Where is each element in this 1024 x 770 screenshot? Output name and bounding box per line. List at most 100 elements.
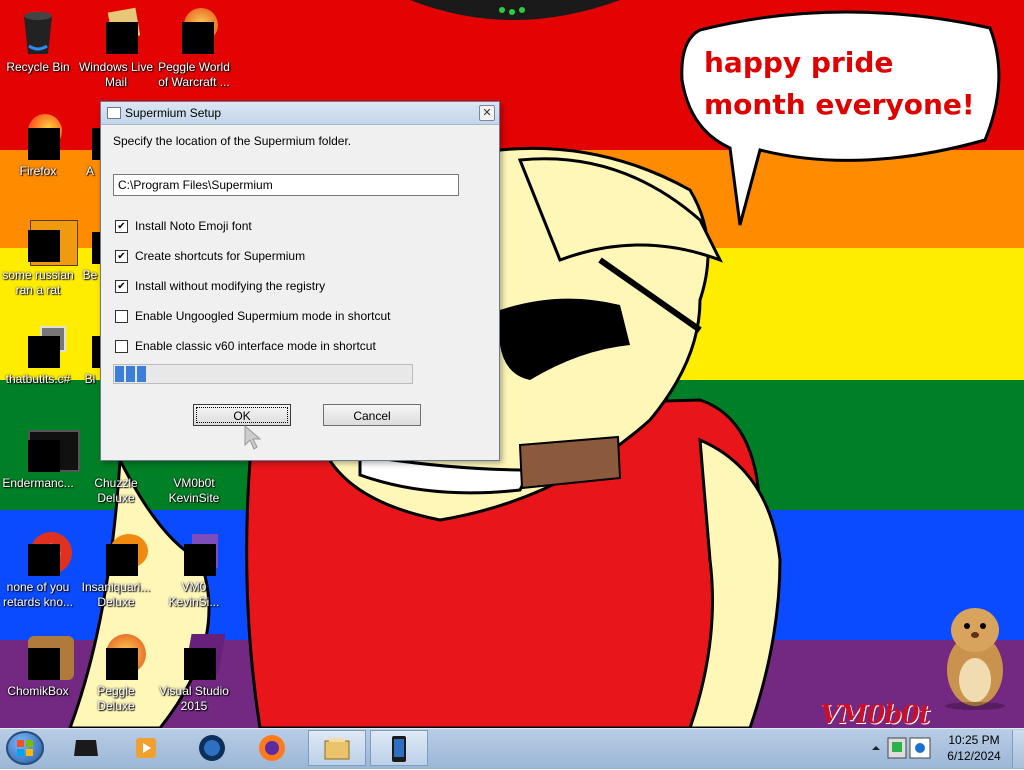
speech-bubble-text: happy pride month everyone! xyxy=(704,46,975,121)
app-icon xyxy=(78,216,102,264)
taskbar-item-media-player[interactable] xyxy=(118,730,176,766)
desktop-icon-label: Peggle Deluxe xyxy=(97,684,135,713)
taskbar-item-media-center[interactable] xyxy=(58,730,116,766)
desktop-icon-app-bi[interactable]: Bi xyxy=(78,314,102,410)
checkbox[interactable] xyxy=(115,309,128,323)
clock-date: 6/12/2024 xyxy=(947,749,1001,763)
game-icon xyxy=(14,216,78,266)
checkbox[interactable]: ✔ xyxy=(115,249,128,263)
media-player-icon xyxy=(132,734,160,762)
firefox-icon xyxy=(258,734,286,762)
system-tray xyxy=(866,730,940,766)
checkbox[interactable]: ✔ xyxy=(115,279,128,293)
firefox-icon xyxy=(14,112,62,160)
site-icon xyxy=(170,528,218,576)
progress-segment xyxy=(137,366,146,382)
desktop-icon-label: Visual Studio 2015 xyxy=(159,684,229,713)
option-label: Create shortcuts for Supermium xyxy=(135,249,306,263)
desktop-icon-peggle-wow[interactable]: Peggle World of Warcraft ... xyxy=(156,2,232,98)
window-app-icon xyxy=(107,107,121,119)
desktop-icon-label: ChomikBox xyxy=(7,684,69,698)
option-create-shortcuts[interactable]: ✔ Create shortcuts for Supermium xyxy=(115,248,305,264)
desktop-icon-chomikbox[interactable]: ChomikBox xyxy=(0,626,76,722)
desktop-icon-vm0-kevinsite[interactable]: VM0 KevinSi... xyxy=(156,522,232,618)
shortcut-icon xyxy=(14,320,66,368)
desktop-icon-label: Firefox xyxy=(19,164,57,178)
taskbar-item-firefox[interactable] xyxy=(244,730,302,766)
dialog-prompt: Specify the location of the Supermium fo… xyxy=(113,134,352,148)
desktop-icon-label: Endermanc... xyxy=(2,476,74,490)
desktop-icon-endermanc[interactable]: Endermanc... xyxy=(0,418,80,514)
desktop-icon-label: VM0 KevinSi... xyxy=(168,580,220,609)
phone-window-icon xyxy=(385,735,413,763)
progress-segment xyxy=(115,366,124,382)
desktop-icon-label: Insaniquari... Deluxe xyxy=(81,580,151,609)
option-noto-emoji[interactable]: ✔ Install Noto Emoji font xyxy=(115,218,252,234)
desktop-icon-label: none of you retards kno... xyxy=(2,580,74,609)
taskbar-item-phone-window[interactable] xyxy=(370,730,428,766)
desktop-icon-recycle-bin[interactable]: Recycle Bin xyxy=(0,2,76,98)
option-ungoogled-mode[interactable]: Enable Ungoogled Supermium mode in short… xyxy=(115,308,390,324)
desktop-icon-insaniquarium[interactable]: Insaniquari... Deluxe xyxy=(78,522,154,618)
option-label: Enable Ungoogled Supermium mode in short… xyxy=(135,309,391,323)
peggle-wow-icon xyxy=(170,8,218,56)
option-label: Enable classic v60 interface mode in sho… xyxy=(135,339,376,353)
supermium-setup-dialog: Supermium Setup ✕ Specify the location o… xyxy=(100,101,500,461)
desktop-icon-firefox[interactable]: Firefox xyxy=(0,106,76,202)
clock-time: 10:25 PM xyxy=(948,733,1000,747)
desktop-icon-windows-live-mail[interactable]: Windows Live Mail xyxy=(78,2,154,98)
desktop-icon-app-a[interactable]: A xyxy=(78,106,102,202)
windows-live-mail-icon xyxy=(92,7,141,56)
terminal-icon xyxy=(14,424,80,472)
insaniquarium-icon xyxy=(92,528,148,576)
desktop-icon-label: some russian ran a rat xyxy=(2,268,74,297)
desktop-icon-label: Windows Live Mail xyxy=(78,60,154,89)
desktop-icon-label: thatbutits.c# xyxy=(5,372,71,386)
wallpaper-signature: VM0b0t xyxy=(820,700,930,730)
install-progress-bar xyxy=(113,364,413,384)
desktop-icon-peggle-deluxe[interactable]: Peggle Deluxe xyxy=(78,626,154,722)
install-path-field[interactable] xyxy=(113,174,459,196)
ok-button[interactable]: OK xyxy=(193,404,291,426)
explorer-window-icon xyxy=(323,735,351,763)
app-icon xyxy=(78,112,102,160)
media-center-icon xyxy=(72,734,100,762)
option-label: Install Noto Emoji font xyxy=(135,219,252,233)
progress-fill xyxy=(115,366,148,382)
close-button[interactable]: ✕ xyxy=(479,105,495,121)
recycle-bin-icon xyxy=(14,8,62,56)
desktop-icon-label: A xyxy=(85,164,94,178)
checkbox[interactable] xyxy=(115,339,128,353)
hamster-image xyxy=(945,608,1005,710)
checkbox[interactable]: ✔ xyxy=(115,219,128,233)
progress-segment xyxy=(126,366,135,382)
desktop-icon-label: Chuzzle Deluxe xyxy=(94,476,138,505)
option-label: Install without modifying the registry xyxy=(135,279,326,293)
desktop-icon-app-be[interactable]: Be xyxy=(78,210,102,306)
dialog-title-bar[interactable]: Supermium Setup ✕ xyxy=(101,102,499,125)
mouse-cursor-icon xyxy=(244,425,262,450)
desktop-icon-thatbutits[interactable]: thatbutits.c# xyxy=(0,314,76,410)
show-desktop-button[interactable] xyxy=(1012,730,1024,768)
chrome-like-icon xyxy=(14,528,72,576)
desktop-icon-none-of-you[interactable]: none of you retards kno... xyxy=(0,522,76,618)
option-no-registry[interactable]: ✔ Install without modifying the registry xyxy=(115,278,325,294)
taskbar-item-explorer[interactable] xyxy=(308,730,366,766)
desktop-icon-label: Be xyxy=(82,268,98,282)
desktop-icon-label: VM0b0t KevinSite xyxy=(168,476,220,505)
taskbar-item-globe[interactable] xyxy=(184,730,242,766)
option-classic-v60[interactable]: Enable classic v60 interface mode in sho… xyxy=(115,338,376,354)
app-icon xyxy=(78,320,102,368)
chomikbox-icon xyxy=(14,632,74,680)
desktop-icon-some-russian[interactable]: some russian ran a rat xyxy=(0,210,78,306)
peggle-icon xyxy=(92,632,146,680)
windows-logo-icon xyxy=(17,740,33,756)
visual-studio-icon xyxy=(170,632,226,680)
cancel-button[interactable]: Cancel xyxy=(323,404,421,426)
desktop-icon-label: Peggle World of Warcraft ... xyxy=(158,60,230,89)
taskbar-clock[interactable]: 10:25 PM 6/12/2024 xyxy=(940,732,1008,764)
desktop-icon-label: Bi xyxy=(84,372,96,386)
desktop-icon-visual-studio[interactable]: Visual Studio 2015 xyxy=(156,626,232,722)
desktop-icon-label: Recycle Bin xyxy=(6,60,70,74)
start-button[interactable] xyxy=(6,731,44,765)
